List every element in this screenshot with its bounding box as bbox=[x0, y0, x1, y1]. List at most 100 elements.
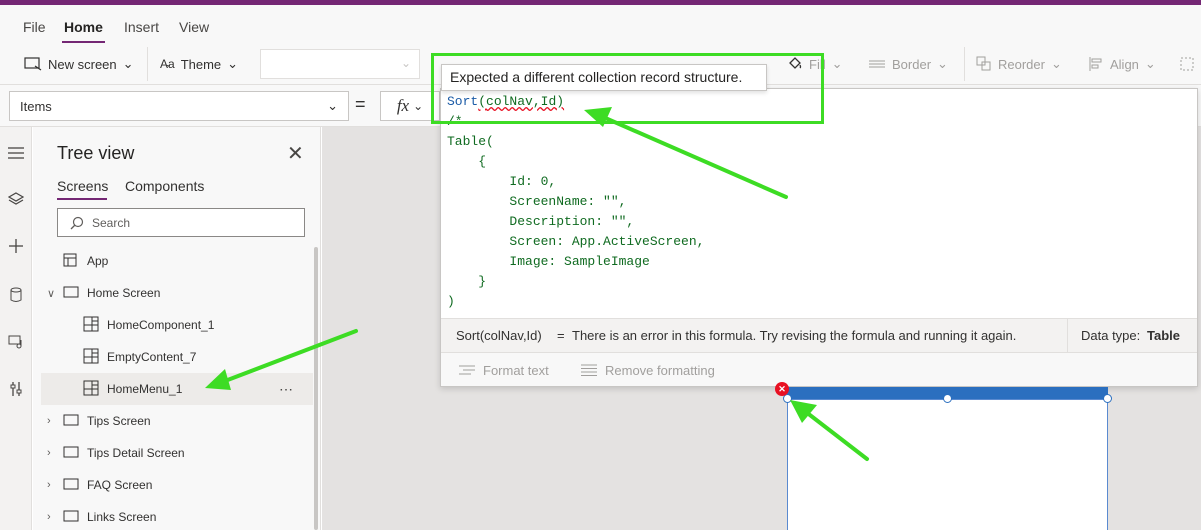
hamburger-menu-icon[interactable] bbox=[6, 143, 26, 163]
tree-item-label: HomeComponent_1 bbox=[107, 318, 215, 332]
media-icon[interactable] bbox=[6, 332, 26, 352]
menu-bar: File Home Insert View bbox=[0, 5, 1201, 44]
screen-icon bbox=[63, 414, 79, 429]
menu-file[interactable]: File bbox=[23, 19, 46, 35]
chevron-down-icon: ⌄ bbox=[1144, 56, 1156, 71]
formula-editor[interactable]: Sort(colNav,Id) /* Table( { Id: 0, Scree… bbox=[440, 88, 1198, 387]
align-icon bbox=[1089, 57, 1102, 71]
group-icon bbox=[1180, 57, 1194, 71]
new-screen-button[interactable]: New screen ⌄ bbox=[24, 43, 134, 85]
tree-item-label: EmptyContent_7 bbox=[107, 350, 197, 364]
remove-formatting-button[interactable]: Remove formatting bbox=[581, 353, 715, 387]
left-rail bbox=[0, 127, 32, 530]
data-type-label: Data type: bbox=[1081, 328, 1141, 343]
menu-home[interactable]: Home bbox=[64, 19, 103, 35]
chevron-right-icon[interactable]: › bbox=[47, 479, 59, 491]
align-button[interactable]: Align ⌄ bbox=[1088, 43, 1156, 85]
error-equals: = bbox=[557, 328, 565, 343]
tree-item-label: FAQ Screen bbox=[87, 478, 153, 492]
formula-error-bar: Sort(colNav,Id) = There is an error in t… bbox=[441, 318, 1197, 353]
selected-gallery-control[interactable] bbox=[787, 399, 1108, 530]
tree-item-label: Tips Screen bbox=[87, 414, 151, 428]
tree-item-label: Links Screen bbox=[87, 510, 157, 524]
new-screen-icon bbox=[24, 57, 42, 71]
format-text-label: Format text bbox=[483, 362, 549, 378]
reorder-button[interactable]: Reorder ⌄ bbox=[976, 43, 1062, 85]
menu-insert[interactable]: Insert bbox=[124, 19, 159, 35]
fx-label: fx bbox=[396, 96, 410, 115]
formula-code-lines: /* Table( { Id: 0, ScreenName: "", Descr… bbox=[447, 114, 705, 309]
tab-screens-underline bbox=[57, 198, 107, 200]
tree-item-label: App bbox=[87, 254, 109, 268]
data-type-value: Table bbox=[1147, 328, 1180, 343]
search-icon bbox=[70, 216, 84, 229]
resize-handle[interactable] bbox=[1103, 394, 1112, 403]
resize-handle[interactable] bbox=[943, 394, 952, 403]
chevron-down-icon: ⌄ bbox=[327, 98, 338, 113]
tree-item[interactable]: ∨ Home Screen bbox=[41, 277, 313, 309]
tree-item[interactable]: › Links Screen bbox=[41, 501, 313, 530]
error-message: There is an error in this formula. Try r… bbox=[572, 328, 1017, 343]
group-button[interactable] bbox=[1180, 43, 1194, 85]
chevron-right-icon[interactable]: › bbox=[47, 511, 59, 523]
tab-screens[interactable]: Screens bbox=[57, 178, 108, 194]
property-dropdown[interactable]: Items ⌄ bbox=[9, 91, 349, 121]
component-icon bbox=[83, 380, 99, 399]
reorder-label: Reorder bbox=[998, 56, 1045, 72]
tree-view-panel: Tree view ✕ Screens Components Search Ap… bbox=[33, 127, 321, 530]
chevron-down-icon[interactable]: ∨ bbox=[47, 287, 59, 300]
error-badge-icon[interactable]: ✕ bbox=[775, 382, 789, 396]
theme-button[interactable]: A̴a Theme ⌄ bbox=[160, 43, 238, 85]
tree-item[interactable]: › Tips Screen bbox=[41, 405, 313, 437]
tree-item[interactable]: › Tips Detail Screen bbox=[41, 437, 313, 469]
tree-item-label: Tips Detail Screen bbox=[87, 446, 185, 460]
screen-icon bbox=[63, 446, 79, 461]
format-text-icon bbox=[459, 365, 475, 375]
property-value: Items bbox=[20, 98, 52, 114]
app-icon bbox=[63, 253, 77, 270]
tree-item[interactable]: › FAQ Screen bbox=[41, 469, 313, 501]
component-icon bbox=[83, 316, 99, 335]
screen-icon bbox=[63, 478, 79, 493]
layers-icon[interactable] bbox=[6, 189, 26, 209]
equals-sign: = bbox=[355, 94, 366, 114]
tree-view-title: Tree view bbox=[57, 143, 135, 163]
border-button[interactable]: Border ⌄ bbox=[868, 43, 948, 85]
formula-code[interactable]: Sort(colNav,Id) /* Table( { Id: 0, Scree… bbox=[447, 92, 704, 312]
ribbon-separator bbox=[964, 47, 965, 81]
chevron-down-icon: ⌄ bbox=[122, 56, 134, 71]
more-options-icon[interactable]: ⋯ bbox=[279, 381, 294, 398]
chevron-right-icon[interactable]: › bbox=[47, 415, 59, 427]
formatting-bar: Format text Remove formatting bbox=[441, 352, 1197, 386]
search-input[interactable]: Search bbox=[57, 208, 305, 237]
close-icon[interactable]: ✕ bbox=[287, 141, 304, 166]
font-dropdown[interactable]: ⌄ bbox=[260, 49, 420, 79]
tree-item[interactable]: HomeMenu_1 ⋯ bbox=[41, 373, 313, 405]
align-label: Align bbox=[1110, 56, 1139, 72]
plus-icon[interactable] bbox=[6, 236, 26, 256]
chevron-down-icon: ⌄ bbox=[227, 56, 239, 71]
tree-item[interactable]: EmptyContent_7 bbox=[41, 341, 313, 373]
tools-icon[interactable] bbox=[6, 379, 26, 399]
tree-scrollbar[interactable] bbox=[314, 247, 318, 530]
chevron-down-icon: ⌄ bbox=[413, 99, 424, 113]
border-icon bbox=[869, 60, 885, 68]
tree-item[interactable]: HomeComponent_1 bbox=[41, 309, 313, 341]
chevron-down-icon: ⌄ bbox=[937, 56, 948, 71]
screen-icon bbox=[63, 510, 79, 525]
new-screen-label: New screen bbox=[48, 56, 117, 72]
chevron-down-icon: ⌄ bbox=[400, 56, 411, 70]
database-icon[interactable] bbox=[6, 285, 26, 305]
menu-view[interactable]: View bbox=[179, 19, 209, 35]
chevron-right-icon[interactable]: › bbox=[47, 447, 59, 459]
format-text-button[interactable]: Format text bbox=[459, 353, 549, 387]
screen-icon bbox=[63, 286, 79, 301]
tree-item-label: HomeMenu_1 bbox=[107, 382, 183, 396]
tree-item[interactable]: App bbox=[41, 245, 313, 277]
reorder-icon bbox=[976, 56, 991, 71]
remove-formatting-icon bbox=[581, 364, 597, 376]
border-label: Border bbox=[892, 56, 932, 72]
tab-components[interactable]: Components bbox=[125, 178, 204, 194]
chevron-down-icon: ⌄ bbox=[831, 56, 843, 71]
search-placeholder: Search bbox=[92, 215, 131, 230]
